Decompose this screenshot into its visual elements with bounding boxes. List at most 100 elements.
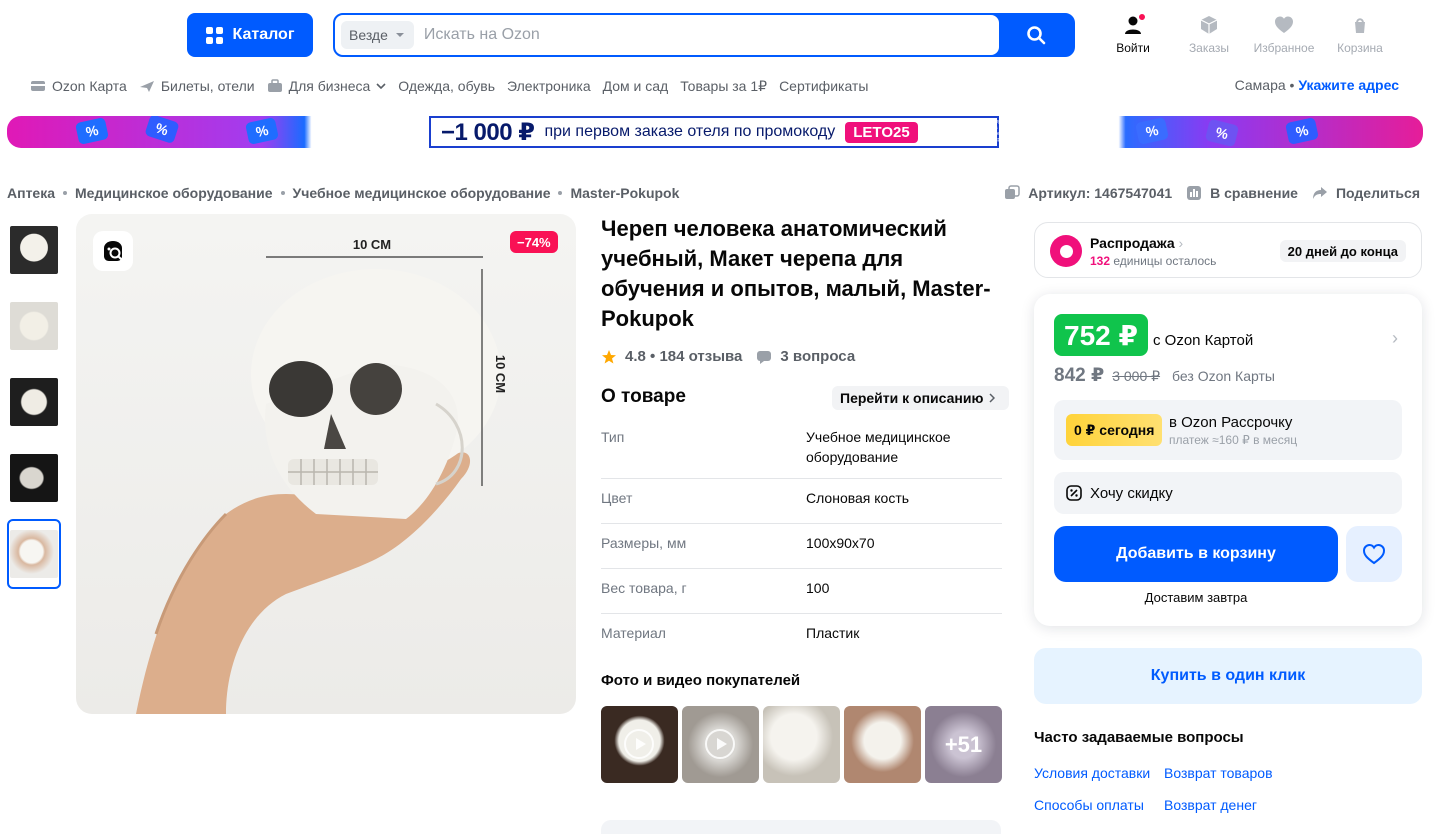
percent-tile-icon: % <box>1135 117 1169 145</box>
heart-outline-icon <box>1362 543 1386 565</box>
breadcrumb-separator <box>558 191 563 195</box>
skull-in-hand-image: 10 CM 10 CM <box>136 237 508 714</box>
want-discount-button[interactable]: Хочу скидку <box>1054 472 1402 514</box>
chevron-right-icon[interactable]: › <box>1392 328 1398 349</box>
orders-label: Заказы <box>1188 41 1230 55</box>
discount-badge: −74% <box>510 231 558 253</box>
search-button[interactable] <box>999 15 1073 55</box>
installment-block[interactable]: 0 ₽ сегодня в Ozon Рассрочку платеж ≈160… <box>1054 400 1402 460</box>
go-to-description-label: Перейти к описанию <box>840 390 984 406</box>
city-name: Самара <box>1234 77 1286 93</box>
regular-price: 842 ₽ <box>1054 365 1105 386</box>
favorites-label: Избранное <box>1253 41 1315 55</box>
nav-business[interactable]: Для бизнеса <box>267 78 387 94</box>
product-main-image[interactable]: 10 CM 10 CM <box>76 214 576 714</box>
box-icon <box>1200 16 1218 34</box>
specs-table: Тип Учебное медицинское оборудование Цве… <box>601 418 1002 659</box>
discount-tag-icon <box>1066 485 1082 501</box>
nav-label: Товары за 1₽ <box>680 77 768 94</box>
nav-certificates[interactable]: Сертификаты <box>779 78 868 94</box>
percent-tile-icon: % <box>144 116 180 145</box>
nav-electronics[interactable]: Электроника <box>507 78 591 94</box>
nav-label: Одежда, обувь <box>398 78 496 94</box>
sale-card[interactable]: Распродажа › 132 единицы осталось 20 дне… <box>1034 222 1422 278</box>
breadcrumb-item[interactable]: Master-Pokupok <box>570 185 679 201</box>
rating-row[interactable]: 4.8 • 184 отзыва 3 вопроса <box>601 348 855 365</box>
promo-banner[interactable]: % % % −1 000 ₽ при первом заказе отеля п… <box>7 116 1423 148</box>
faq-link-payment[interactable]: Способы оплаты <box>1034 797 1144 813</box>
nav-label: Электроника <box>507 78 591 94</box>
briefcase-icon <box>267 79 282 92</box>
gallery-thumb-selected[interactable] <box>7 519 61 589</box>
article-copy[interactable]: Артикул: 1467547041 <box>1004 185 1172 201</box>
catalog-button[interactable]: Каталог <box>187 13 313 57</box>
faq-link-returns[interactable]: Возврат товаров <box>1164 765 1273 781</box>
spec-key: Тип <box>601 429 625 445</box>
sale-units-text: единицы осталось <box>1113 254 1217 268</box>
price-card: 752 ₽ с Ozon Картой › 842 ₽ 3 000 ₽ без … <box>1034 294 1422 626</box>
top-nav: Ozon Карта Билеты, отели Для бизнеса Оде… <box>30 77 868 95</box>
questions-link[interactable]: 3 вопроса <box>780 348 855 365</box>
nav-tickets[interactable]: Билеты, отели <box>139 78 255 94</box>
breadcrumb-item[interactable]: Учебное медицинское оборудование <box>293 185 551 201</box>
ugc-heading: Фото и видео покупателей <box>601 672 801 689</box>
next-section-card <box>601 820 1001 834</box>
question-bubble-icon <box>757 350 772 364</box>
breadcrumb-separator <box>280 191 285 195</box>
faq-link-refund[interactable]: Возврат денег <box>1164 797 1257 813</box>
nav-clothes[interactable]: Одежда, обувь <box>398 78 495 94</box>
promo-code: LETO25 <box>845 121 918 143</box>
breadcrumb-item[interactable]: Медицинское оборудование <box>75 185 273 201</box>
ugc-video-thumb[interactable] <box>601 706 678 783</box>
share-button[interactable]: Поделиться <box>1312 185 1420 201</box>
gallery-thumb[interactable] <box>7 291 61 361</box>
spec-row: Цвет Слоновая кость <box>601 479 1002 524</box>
address-link[interactable]: Укажите адрес <box>1298 77 1399 93</box>
breadcrumb-item[interactable]: Аптека <box>7 185 55 201</box>
spec-value: Учебное медицинское оборудование <box>806 429 951 465</box>
sale-days-badge: 20 дней до конца <box>1279 240 1406 262</box>
breadcrumb-separator <box>63 191 68 195</box>
compare-button[interactable]: В сравнение <box>1186 185 1298 201</box>
ugc-video-thumb[interactable] <box>682 706 759 783</box>
thumb-image <box>10 454 58 502</box>
rating-text[interactable]: 4.8 • 184 отзыва <box>625 348 742 365</box>
regular-price-label: без Ozon Карты <box>1172 368 1275 384</box>
gallery-thumb[interactable] <box>7 367 61 437</box>
heart-icon <box>1275 16 1293 33</box>
installment-subtitle: платеж ≈160 ₽ в месяц <box>1169 433 1298 447</box>
ugc-more-thumb[interactable]: +51 <box>925 706 1002 783</box>
faq-link-delivery[interactable]: Условия доставки <box>1034 765 1150 781</box>
nav-ozon-card[interactable]: Ozon Карта <box>30 78 127 94</box>
sale-name-text: Распродажа <box>1090 235 1175 251</box>
ugc-photo-thumb[interactable] <box>844 706 921 783</box>
chevron-down-icon <box>376 83 386 89</box>
add-to-cart-button[interactable]: Добавить в корзину <box>1054 526 1338 582</box>
ugc-photo-thumb[interactable] <box>763 706 840 783</box>
favorites-button[interactable]: Избранное <box>1252 14 1316 55</box>
buy-one-click-button[interactable]: Купить в один клик <box>1034 648 1422 704</box>
thumb-image <box>10 378 58 426</box>
search-scope-select[interactable]: Везде <box>341 21 414 49</box>
nav-home-garden[interactable]: Дом и сад <box>603 78 669 94</box>
sale-units-left: 132 единицы осталось <box>1090 254 1216 268</box>
search-input[interactable] <box>423 26 999 44</box>
gallery-thumb[interactable] <box>7 443 61 513</box>
product-title: Череп человека анатомический учебный, Ма… <box>601 216 991 331</box>
spec-value: Пластик <box>806 625 860 641</box>
percent-tile-icon: % <box>1204 118 1240 148</box>
orders-button[interactable]: Заказы <box>1177 14 1241 55</box>
gallery-thumb[interactable] <box>7 215 61 285</box>
image-search-button[interactable] <box>93 231 133 271</box>
about-heading: О товаре <box>601 386 686 407</box>
percent-tile-icon: % <box>75 117 109 145</box>
cart-icon <box>1355 18 1365 33</box>
spec-row: Размеры, мм 100х90х70 <box>601 524 1002 569</box>
cart-button[interactable]: Корзина <box>1328 14 1392 55</box>
go-to-description-button[interactable]: Перейти к описанию <box>832 386 1010 410</box>
add-to-favorites-button[interactable] <box>1346 526 1402 582</box>
nav-one-ruble[interactable]: Товары за 1₽ <box>680 78 767 95</box>
login-button[interactable]: Войти <box>1101 13 1165 55</box>
sale-logo-icon <box>1050 235 1082 267</box>
city-selector[interactable]: Самара • Укажите адрес <box>1235 77 1399 93</box>
